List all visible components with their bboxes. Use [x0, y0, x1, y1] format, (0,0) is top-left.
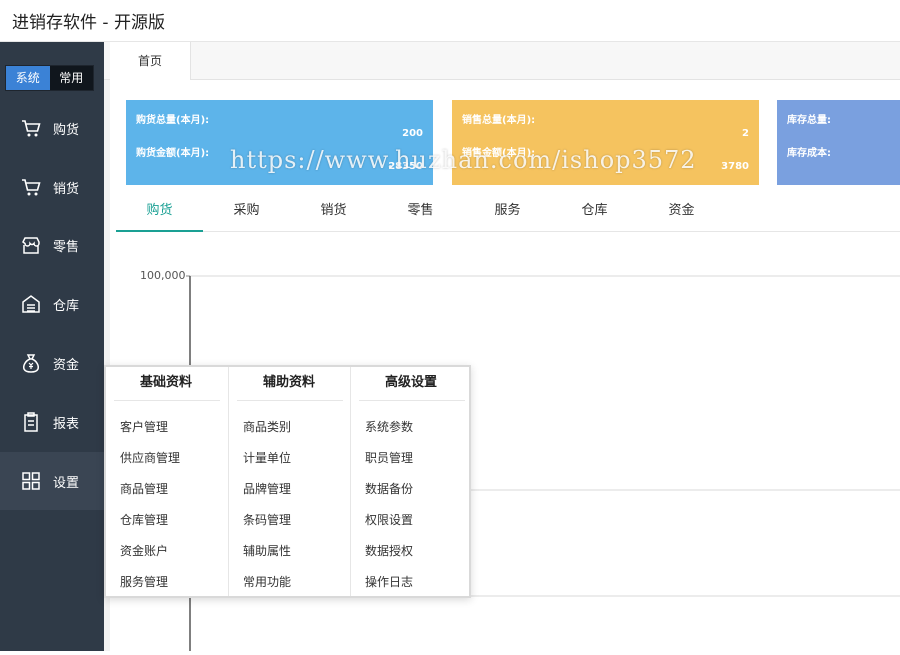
menu-item-logs[interactable]: 操作日志 [365, 573, 413, 590]
menu-item-brands[interactable]: 品牌管理 [243, 480, 291, 497]
y-tick-label: 100,000 [140, 269, 186, 282]
menu-item-suppliers[interactable]: 供应商管理 [120, 449, 180, 466]
mode-switch[interactable]: 系统 常用 [5, 65, 94, 91]
subtab-retail[interactable]: 零售 [377, 198, 464, 232]
divider [359, 400, 465, 401]
menu-item-customers[interactable]: 客户管理 [120, 418, 168, 435]
menu-item-permissions[interactable]: 权限设置 [365, 511, 413, 528]
menu-item-fund-accounts[interactable]: 资金账户 [120, 542, 168, 559]
menu-column-basic: 基础资料 客户管理 供应商管理 商品管理 仓库管理 资金账户 服务管理 [106, 367, 228, 596]
sidebar-item-label: 报表 [53, 416, 80, 432]
cart-icon [22, 120, 41, 137]
switch-common[interactable]: 常用 [50, 66, 94, 90]
menu-item-shortcuts[interactable]: 常用功能 [243, 573, 291, 590]
divider [114, 400, 220, 401]
purchase-qty-label: 购货总量(本月): [136, 115, 210, 126]
sidebar-item-funds[interactable]: 资金 [0, 334, 104, 392]
title-bar: 进销存软件 - 开源版 [0, 0, 900, 42]
chart-tabs: 购货 采购 销货 零售 服务 仓库 资金 [116, 198, 900, 232]
sales-amount-value: 3780 [721, 161, 749, 172]
subtab-sales[interactable]: 销货 [290, 198, 377, 232]
subtab-procurement[interactable]: 采购 [203, 198, 290, 232]
menu-item-units[interactable]: 计量单位 [243, 449, 291, 466]
menu-column-title: 辅助资料 [262, 375, 315, 390]
grid-icon [22, 472, 40, 490]
menu-column-advanced: 高级设置 系统参数 职员管理 数据备份 权限设置 数据授权 操作日志 [350, 367, 472, 596]
warehouse-icon [22, 295, 40, 313]
subtab-service[interactable]: 服务 [464, 198, 551, 232]
menu-item-staff[interactable]: 职员管理 [365, 449, 413, 466]
cart-icon [22, 179, 41, 196]
menu-item-data-auth[interactable]: 数据授权 [365, 542, 413, 559]
menu-item-system-params[interactable]: 系统参数 [365, 418, 413, 435]
stock-summary-card: 库存总量: 库存成本: [777, 100, 900, 185]
tab-home[interactable]: 首页 [110, 42, 191, 80]
stock-qty-label: 库存总量: [787, 115, 831, 126]
menu-item-backup[interactable]: 数据备份 [365, 480, 413, 497]
divider [237, 400, 343, 401]
stock-cost-label: 库存成本: [787, 148, 831, 159]
purchase-qty-value: 200 [402, 128, 423, 139]
subtab-purchase[interactable]: 购货 [116, 198, 203, 232]
watermark: https://www.huzhan.com/ishop3572 [230, 146, 697, 174]
purchase-amount-label: 购货金额(本月): [136, 148, 210, 159]
menu-item-warehouses[interactable]: 仓库管理 [120, 511, 168, 528]
sidebar-item-label: 销货 [53, 181, 80, 197]
sidebar-item-retail[interactable]: 零售 [0, 216, 104, 274]
sidebar-item-warehouse[interactable]: 仓库 [0, 275, 104, 333]
subtab-warehouse[interactable]: 仓库 [551, 198, 638, 232]
tab-bar: 首页 [104, 42, 900, 80]
menu-item-barcodes[interactable]: 条码管理 [243, 511, 291, 528]
sidebar-item-sales[interactable]: 销货 [0, 158, 104, 216]
sidebar-item-settings[interactable]: 设置 [0, 452, 104, 510]
sidebar-item-label: 资金 [53, 357, 80, 373]
sidebar-item-purchase[interactable]: 购货 [0, 99, 104, 157]
sidebar-item-reports[interactable]: 报表 [0, 393, 104, 451]
sales-qty-value: 2 [742, 128, 749, 139]
menu-item-attributes[interactable]: 辅助属性 [243, 542, 291, 559]
sidebar-item-label: 零售 [53, 239, 80, 255]
switch-system[interactable]: 系统 [6, 66, 50, 90]
sidebar: 系统 常用 购货 销货 零售 仓库 资金 报表 设置 [0, 42, 104, 651]
store-icon [22, 237, 40, 254]
menu-column-title: 基础资料 [139, 375, 192, 390]
sidebar-item-label: 设置 [53, 475, 80, 491]
settings-menu: 基础资料 客户管理 供应商管理 商品管理 仓库管理 资金账户 服务管理 辅助资料… [104, 365, 471, 598]
menu-item-services[interactable]: 服务管理 [120, 573, 168, 590]
menu-column-auxiliary: 辅助资料 商品类别 计量单位 品牌管理 条码管理 辅助属性 常用功能 [228, 367, 350, 596]
clipboard-icon [24, 412, 38, 432]
app-title: 进销存软件 - 开源版 [12, 13, 165, 33]
sidebar-item-label: 仓库 [53, 298, 80, 314]
sales-qty-label: 销售总量(本月): [462, 115, 536, 126]
money-bag-icon [23, 354, 39, 373]
sidebar-item-label: 购货 [53, 122, 80, 138]
menu-column-title: 高级设置 [384, 375, 437, 390]
subtab-funds[interactable]: 资金 [638, 198, 725, 232]
menu-item-products[interactable]: 商品管理 [120, 480, 168, 497]
menu-item-categories[interactable]: 商品类别 [243, 418, 291, 435]
